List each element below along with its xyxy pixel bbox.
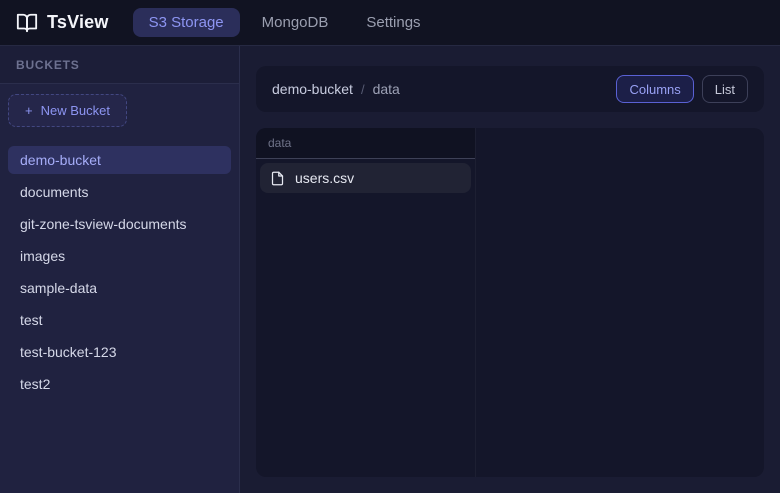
breadcrumb-bar: demo-bucket / data Columns List [256, 66, 764, 112]
nav-tab-settings[interactable]: Settings [350, 8, 436, 37]
bucket-item-test-bucket-123[interactable]: test-bucket-123 [8, 338, 231, 366]
column-body: users.csv [256, 159, 475, 197]
list-view-button[interactable]: List [702, 75, 748, 103]
breadcrumb-folder[interactable]: data [373, 81, 400, 97]
sidebar-section-title: BUCKETS [0, 46, 239, 84]
files-panel: data users.csv [256, 128, 764, 477]
view-toggle: Columns List [616, 75, 748, 103]
column-header: data [256, 128, 475, 159]
file-item-users-csv[interactable]: users.csv [260, 163, 471, 193]
top-navbar: TsView S3 Storage MongoDB Settings [0, 0, 780, 46]
bucket-item-demo-bucket[interactable]: demo-bucket [8, 146, 231, 174]
app-title: TsView [47, 12, 109, 33]
breadcrumb-bucket[interactable]: demo-bucket [272, 81, 353, 97]
columns-view-button[interactable]: Columns [616, 75, 693, 103]
new-bucket-button[interactable]: + New Bucket [8, 94, 127, 127]
main-content: demo-bucket / data Columns List data use… [240, 46, 780, 493]
book-open-icon [16, 12, 38, 34]
miller-column-data: data users.csv [256, 128, 476, 477]
buckets-sidebar: BUCKETS + New Bucket demo-bucket documen… [0, 46, 240, 493]
nav-tab-s3-storage[interactable]: S3 Storage [133, 8, 240, 37]
nav-tab-mongodb[interactable]: MongoDB [246, 8, 345, 37]
app-logo: TsView [16, 12, 109, 34]
new-bucket-label: New Bucket [41, 103, 110, 118]
bucket-item-documents[interactable]: documents [8, 178, 231, 206]
bucket-item-images[interactable]: images [8, 242, 231, 270]
bucket-item-test2[interactable]: test2 [8, 370, 231, 398]
plus-icon: + [25, 103, 33, 118]
bucket-list: demo-bucket documents git-zone-tsview-do… [8, 146, 231, 398]
bucket-item-sample-data[interactable]: sample-data [8, 274, 231, 302]
bucket-item-git-zone-tsview-documents[interactable]: git-zone-tsview-documents [8, 210, 231, 238]
main-nav: S3 Storage MongoDB Settings [133, 8, 437, 37]
file-icon [270, 171, 285, 186]
bucket-item-test[interactable]: test [8, 306, 231, 334]
sidebar-body: + New Bucket demo-bucket documents git-z… [0, 84, 239, 412]
breadcrumb-separator: / [361, 82, 365, 97]
file-name: users.csv [295, 170, 354, 186]
